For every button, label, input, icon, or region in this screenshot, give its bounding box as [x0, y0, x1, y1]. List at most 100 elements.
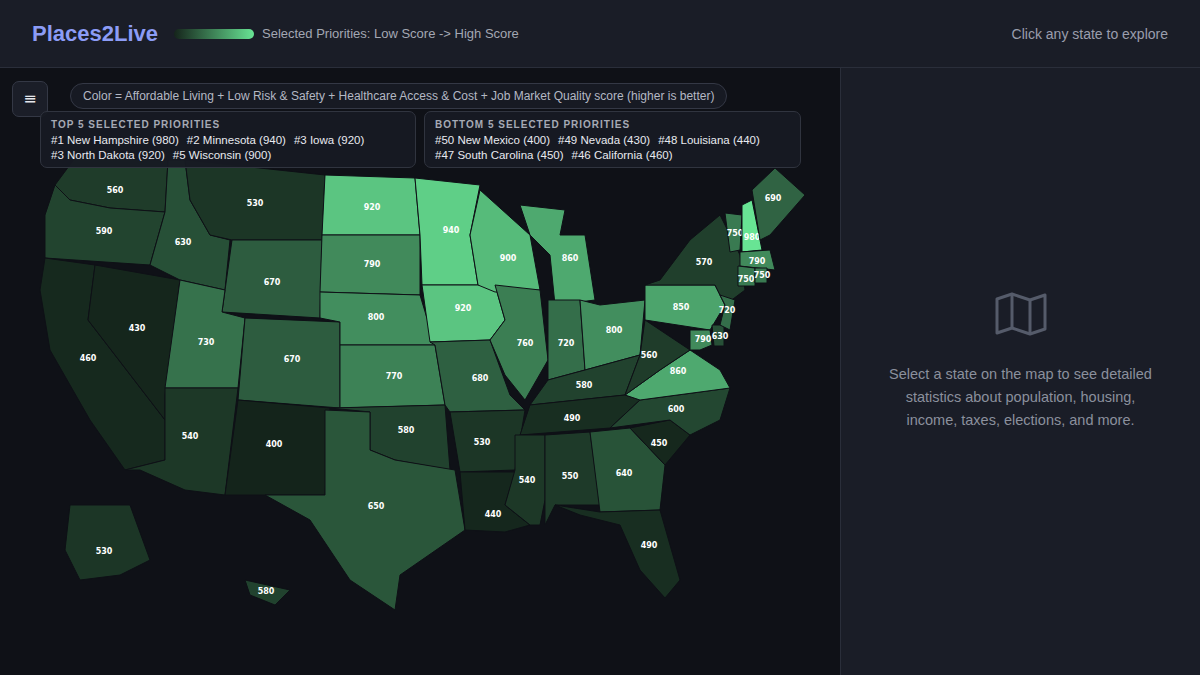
state[interactable]: 900	[470, 190, 540, 292]
state[interactable]: 760	[490, 285, 548, 400]
state-score: 720	[719, 306, 736, 315]
legend: Selected Priorities: Low Score -> High S…	[174, 26, 1012, 41]
state[interactable]: 490	[555, 505, 680, 598]
state-shape[interactable]	[245, 580, 290, 605]
state[interactable]: 530	[450, 410, 525, 472]
state[interactable]: 580	[245, 580, 290, 605]
state[interactable]: 720	[548, 300, 585, 380]
top-5-box: TOP 5 SELECTED PRIORITIES #1 New Hampshir…	[40, 111, 416, 168]
state[interactable]: 790	[320, 235, 420, 295]
state-shape[interactable]	[470, 190, 540, 292]
state-shape[interactable]	[125, 388, 238, 495]
state-shape[interactable]	[752, 168, 805, 240]
state-shape[interactable]	[625, 320, 690, 395]
state-shape[interactable]	[165, 280, 245, 388]
state[interactable]: 770	[340, 345, 445, 408]
logo[interactable]: Places2Live	[32, 21, 158, 47]
detail-message: Select a state on the map to see detaile…	[886, 363, 1156, 432]
state[interactable]: 590	[45, 185, 165, 265]
state[interactable]: 540	[125, 388, 238, 495]
state-shape[interactable]	[320, 235, 420, 295]
state-shape[interactable]	[505, 435, 545, 525]
state-score: 540	[519, 476, 536, 485]
state-score: 750	[738, 275, 755, 284]
state-shape[interactable]	[265, 410, 465, 610]
rank-item[interactable]: #48 Louisiana (440)	[658, 134, 760, 146]
state-shape[interactable]	[422, 285, 505, 342]
rank-item[interactable]: #49 Nevada (430)	[558, 134, 650, 146]
state-shape[interactable]	[222, 240, 322, 318]
state[interactable]: 940	[415, 178, 480, 285]
state-score: 850	[673, 303, 690, 312]
state[interactable]: 790	[690, 330, 712, 350]
state-shape[interactable]	[225, 400, 330, 495]
state-score: 790	[695, 335, 712, 344]
state-shape[interactable]	[65, 505, 150, 580]
bottom-5-title: BOTTOM 5 SELECTED PRIORITIES	[435, 119, 790, 130]
state[interactable]: 920	[322, 175, 420, 235]
state[interactable]: 400	[225, 400, 330, 495]
state[interactable]: 850	[645, 285, 725, 330]
state-shape[interactable]	[45, 185, 165, 265]
state[interactable]: 540	[505, 435, 545, 525]
state[interactable]: 530	[65, 505, 150, 580]
state-score: 720	[558, 339, 575, 348]
state[interactable]: 670	[238, 318, 340, 408]
state[interactable]: 690	[752, 168, 805, 240]
state-shape[interactable]	[645, 285, 725, 330]
state[interactable]: 860	[520, 205, 595, 305]
state[interactable]: 650	[265, 410, 465, 610]
state[interactable]: 750	[738, 266, 755, 286]
state-score: 560	[641, 351, 658, 360]
state-shape[interactable]	[185, 160, 325, 240]
rank-item[interactable]: #5 Wisconsin (900)	[173, 149, 271, 161]
state[interactable]: 560	[625, 320, 690, 395]
state-shape[interactable]	[520, 205, 595, 305]
state-score: 670	[264, 278, 281, 287]
rank-item[interactable]: #2 Minnesota (940)	[187, 134, 286, 146]
state-score: 900	[500, 254, 517, 263]
state-score: 800	[606, 326, 623, 335]
state[interactable]: 750	[754, 268, 771, 283]
state-shape[interactable]	[322, 175, 420, 235]
top-5-list: #1 New Hampshire (980) #2 Minnesota (940)…	[51, 134, 405, 161]
state[interactable]: 530	[185, 160, 325, 240]
rank-item[interactable]: #1 New Hampshire (980)	[51, 134, 179, 146]
state-score: 730	[198, 338, 215, 347]
state-shape[interactable]	[738, 266, 755, 286]
hint: Click any state to explore	[1012, 26, 1168, 42]
state[interactable]: 570	[645, 215, 745, 305]
state-score: 590	[96, 227, 113, 236]
rank-item[interactable]: #46 California (460)	[572, 149, 673, 161]
state-score: 460	[80, 354, 97, 363]
state[interactable]: 750	[725, 213, 744, 252]
state-shape[interactable]	[490, 285, 548, 400]
state-shape[interactable]	[450, 410, 525, 472]
rank-item[interactable]: #50 New Mexico (400)	[435, 134, 550, 146]
state-shape[interactable]	[320, 292, 435, 345]
state-score: 430	[129, 324, 146, 333]
state-shape[interactable]	[548, 300, 585, 380]
rank-item[interactable]: #3 North Dakota (920)	[51, 149, 165, 161]
state-shape[interactable]	[238, 318, 340, 408]
state-score: 450	[651, 439, 668, 448]
rank-item[interactable]: #3 Iowa (920)	[294, 134, 364, 146]
state-shape[interactable]	[690, 330, 712, 350]
state-score: 790	[364, 260, 381, 269]
state[interactable]: 730	[165, 280, 245, 388]
state-score: 490	[641, 541, 658, 550]
state[interactable]: 800	[320, 292, 435, 345]
state-shape[interactable]	[555, 505, 680, 598]
state-score: 800	[368, 313, 385, 322]
state-shape[interactable]	[645, 215, 745, 305]
state-score: 760	[517, 339, 534, 348]
state-score: 440	[485, 510, 502, 519]
top-5-title: TOP 5 SELECTED PRIORITIES	[51, 119, 405, 130]
state-shape[interactable]	[415, 178, 480, 285]
rank-item[interactable]: #47 South Carolina (450)	[435, 149, 564, 161]
state[interactable]: 920	[422, 285, 505, 342]
state[interactable]: 720	[719, 295, 736, 330]
state-score: 530	[96, 547, 113, 556]
state[interactable]: 670	[222, 240, 322, 318]
state-shape[interactable]	[340, 345, 445, 408]
